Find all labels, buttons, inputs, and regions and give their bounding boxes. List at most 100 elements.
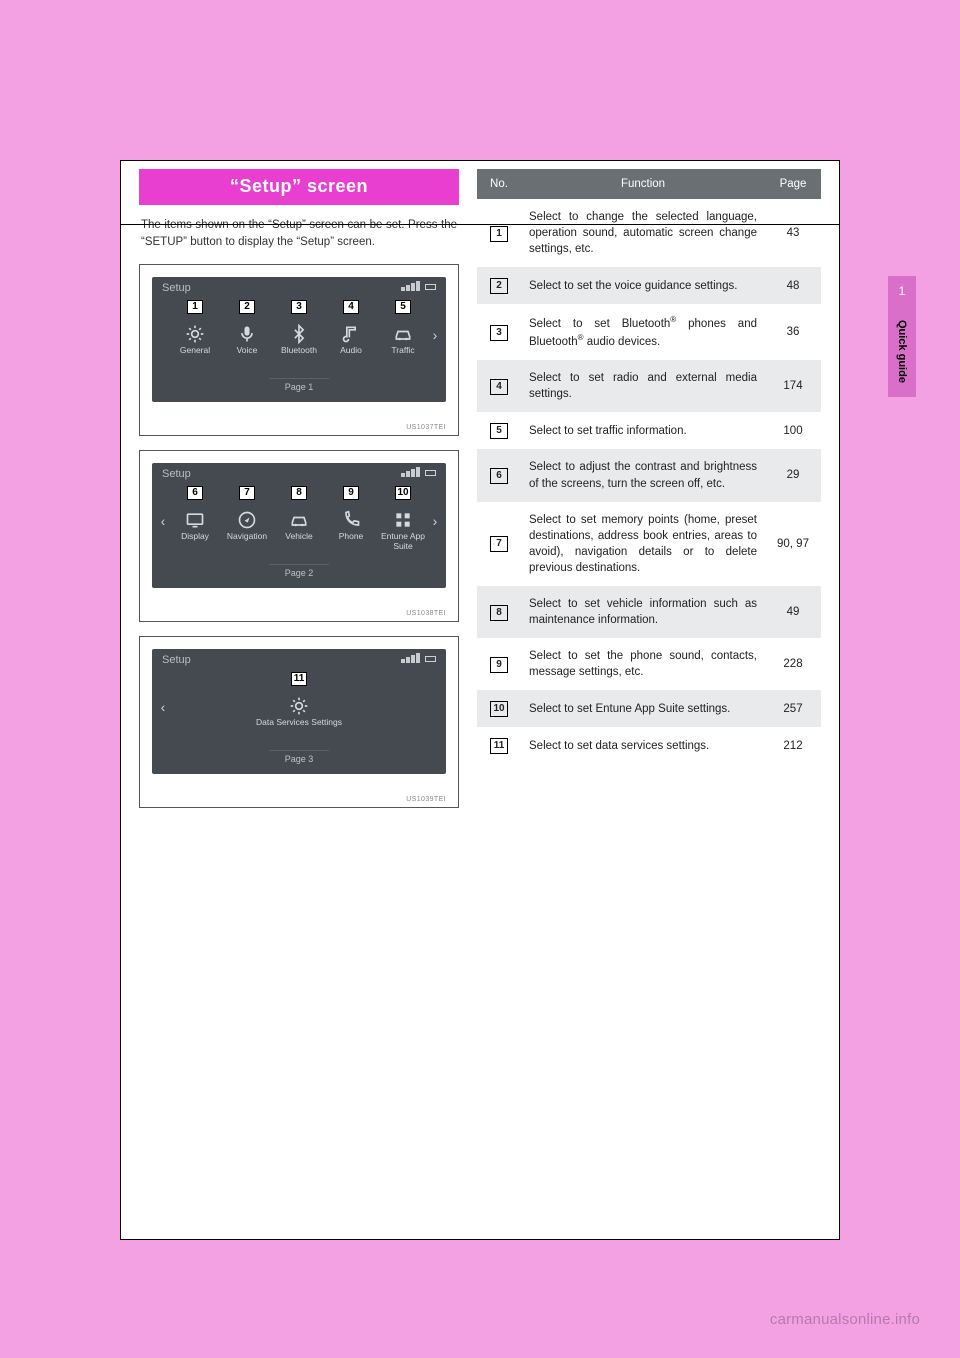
intro-paragraph: The items shown on the “Setup” screen ca… — [141, 217, 457, 250]
infotainment-title: Setup — [162, 468, 191, 480]
setup-tile[interactable]: 7 Navigation — [222, 486, 272, 553]
left-column: “Setup” screen The items shown on the “S… — [139, 161, 459, 1239]
section-tab: 1 Quick guide — [888, 276, 916, 397]
setup-tile[interactable]: 10Entune App Suite — [378, 486, 428, 553]
table-row: 4Select to set radio and external media … — [477, 360, 821, 412]
table-row: 8 Select to set vehicle information such … — [477, 586, 821, 638]
cell-no: 7 — [477, 502, 521, 586]
table-header-function: Function — [521, 169, 765, 199]
cell-page: 36 — [765, 304, 821, 360]
callout-badge: 7 — [239, 486, 255, 500]
screenshot-frame: Setup‹ 11 Data Services Settings Page 3 US10… — [139, 636, 459, 808]
cell-function: Select to change the selected language, … — [521, 199, 765, 267]
top-rule — [120, 224, 840, 225]
right-sidestrip — [916, 0, 960, 1358]
infotainment-header: Setup — [152, 649, 446, 670]
table-header-no: No. — [477, 169, 521, 199]
setup-tile-label: Voice — [222, 346, 272, 355]
phone-icon — [326, 508, 376, 532]
setup-tile[interactable]: 9Phone — [326, 486, 376, 553]
cell-function: Select to set memory points (home, prese… — [521, 502, 765, 586]
display-icon — [170, 508, 220, 532]
number-badge: 1 — [490, 226, 508, 242]
setup-tile[interactable]: 5 Traffic — [378, 300, 428, 357]
callout-badge: 6 — [187, 486, 203, 500]
setup-tile-label: Navigation — [222, 532, 272, 541]
table-row: 6Select to adjust the contrast and brigh… — [477, 449, 821, 501]
cell-no: 9 — [477, 638, 521, 690]
table-row: 5Select to set traffic information.100 — [477, 412, 821, 449]
bluetooth-icon — [274, 322, 324, 346]
setup-tile[interactable]: 4 Audio — [326, 300, 376, 357]
cell-no: 10 — [477, 690, 521, 727]
chevron-right-icon[interactable]: › — [428, 486, 442, 556]
setup-tile-label: Phone — [326, 532, 376, 541]
table-row: 9Select to set the phone sound, contacts… — [477, 638, 821, 690]
cell-no: 6 — [477, 449, 521, 501]
cell-function: Select to set Entune App Suite settings. — [521, 690, 765, 727]
cell-page: 100 — [765, 412, 821, 449]
callout-badge: 3 — [291, 300, 307, 314]
status-icons — [400, 653, 436, 666]
chevron-left-icon[interactable]: ‹ — [156, 672, 170, 742]
screenshot-caption: US1038TEI — [152, 610, 446, 617]
screenshot-caption: US1037TEI — [152, 424, 446, 431]
table-row: 1 Select to change the selected language,… — [477, 199, 821, 267]
setup-tile-label: Entune App Suite — [378, 532, 428, 551]
manual-page: “Setup” screen The items shown on the “S… — [120, 160, 840, 1240]
setup-tile[interactable]: 8Vehicle — [274, 486, 324, 553]
infotainment-header: Setup — [152, 463, 446, 484]
mic-icon — [222, 322, 272, 346]
cell-page: 174 — [765, 360, 821, 412]
pager-label: Page 3 — [269, 750, 329, 764]
section-label: Quick guide — [896, 306, 908, 397]
number-badge: 7 — [490, 536, 508, 552]
cell-page: 90, 97 — [765, 502, 821, 586]
setup-tile[interactable]: 6 Display — [170, 486, 220, 553]
callout-badge: 4 — [343, 300, 359, 314]
chevron-right-icon[interactable]: › — [428, 300, 442, 370]
status-icons — [400, 281, 436, 294]
chevron-left-icon[interactable]: ‹ — [156, 486, 170, 556]
gear-icon — [170, 322, 220, 346]
infotainment-screen: Setup ‹ 6 Display 7 Navigation8Vehicle9Phone1… — [152, 463, 446, 588]
setup-tile-label: Data Services Settings — [170, 718, 428, 727]
watermark: carmanualsonline.info — [770, 1311, 920, 1328]
cell-function: Select to set the phone sound, contacts,… — [521, 638, 765, 690]
number-badge: 3 — [490, 325, 508, 341]
callout-badge: 11 — [291, 672, 307, 686]
cell-function: Select to adjust the contrast and bright… — [521, 449, 765, 501]
right-column: No. Function Page 1 Select to change the … — [477, 161, 821, 1239]
cell-function: Select to set vehicle information such a… — [521, 586, 765, 638]
cell-no: 4 — [477, 360, 521, 412]
screenshot-caption: US1039TEI — [152, 796, 446, 803]
number-badge: 8 — [490, 605, 508, 621]
cell-no: 2 — [477, 267, 521, 304]
screenshot-frame: Setup ‹ 6 Display 7 Navigation8Vehicle9Phone1… — [139, 450, 459, 622]
setup-tile[interactable]: 2 Voice — [222, 300, 272, 357]
screenshot-frame: Setup 1General 2 Voice3Bluetooth 4 Audio 5 Traf… — [139, 264, 459, 436]
cell-page: 228 — [765, 638, 821, 690]
setup-tile-label: Traffic — [378, 346, 428, 355]
setup-tile-label: General — [170, 346, 220, 355]
table-row: 2Select to set the voice guidance settin… — [477, 267, 821, 304]
note-icon — [326, 322, 376, 346]
callout-badge: 5 — [395, 300, 411, 314]
car-icon — [274, 508, 324, 532]
cell-function: Select to set the voice guidance setting… — [521, 267, 765, 304]
pager-label: Page 1 — [269, 378, 329, 392]
setup-tile[interactable]: 11 Data Services Settings — [170, 672, 428, 729]
number-badge: 4 — [490, 379, 508, 395]
table-row: 11Select to set data services settings.2… — [477, 727, 821, 764]
setup-tile-label: Audio — [326, 346, 376, 355]
cell-no: 11 — [477, 727, 521, 764]
setup-tile-label: Display — [170, 532, 220, 541]
table-header-page: Page — [765, 169, 821, 199]
cell-function: Select to set data services settings. — [521, 727, 765, 764]
callout-badge: 2 — [239, 300, 255, 314]
infotainment-screen: Setup‹ 11 Data Services Settings Page 3 — [152, 649, 446, 774]
infotainment-title: Setup — [162, 282, 191, 294]
setup-tile[interactable]: 1General — [170, 300, 220, 357]
pager-label: Page 2 — [269, 564, 329, 578]
setup-tile[interactable]: 3Bluetooth — [274, 300, 324, 357]
